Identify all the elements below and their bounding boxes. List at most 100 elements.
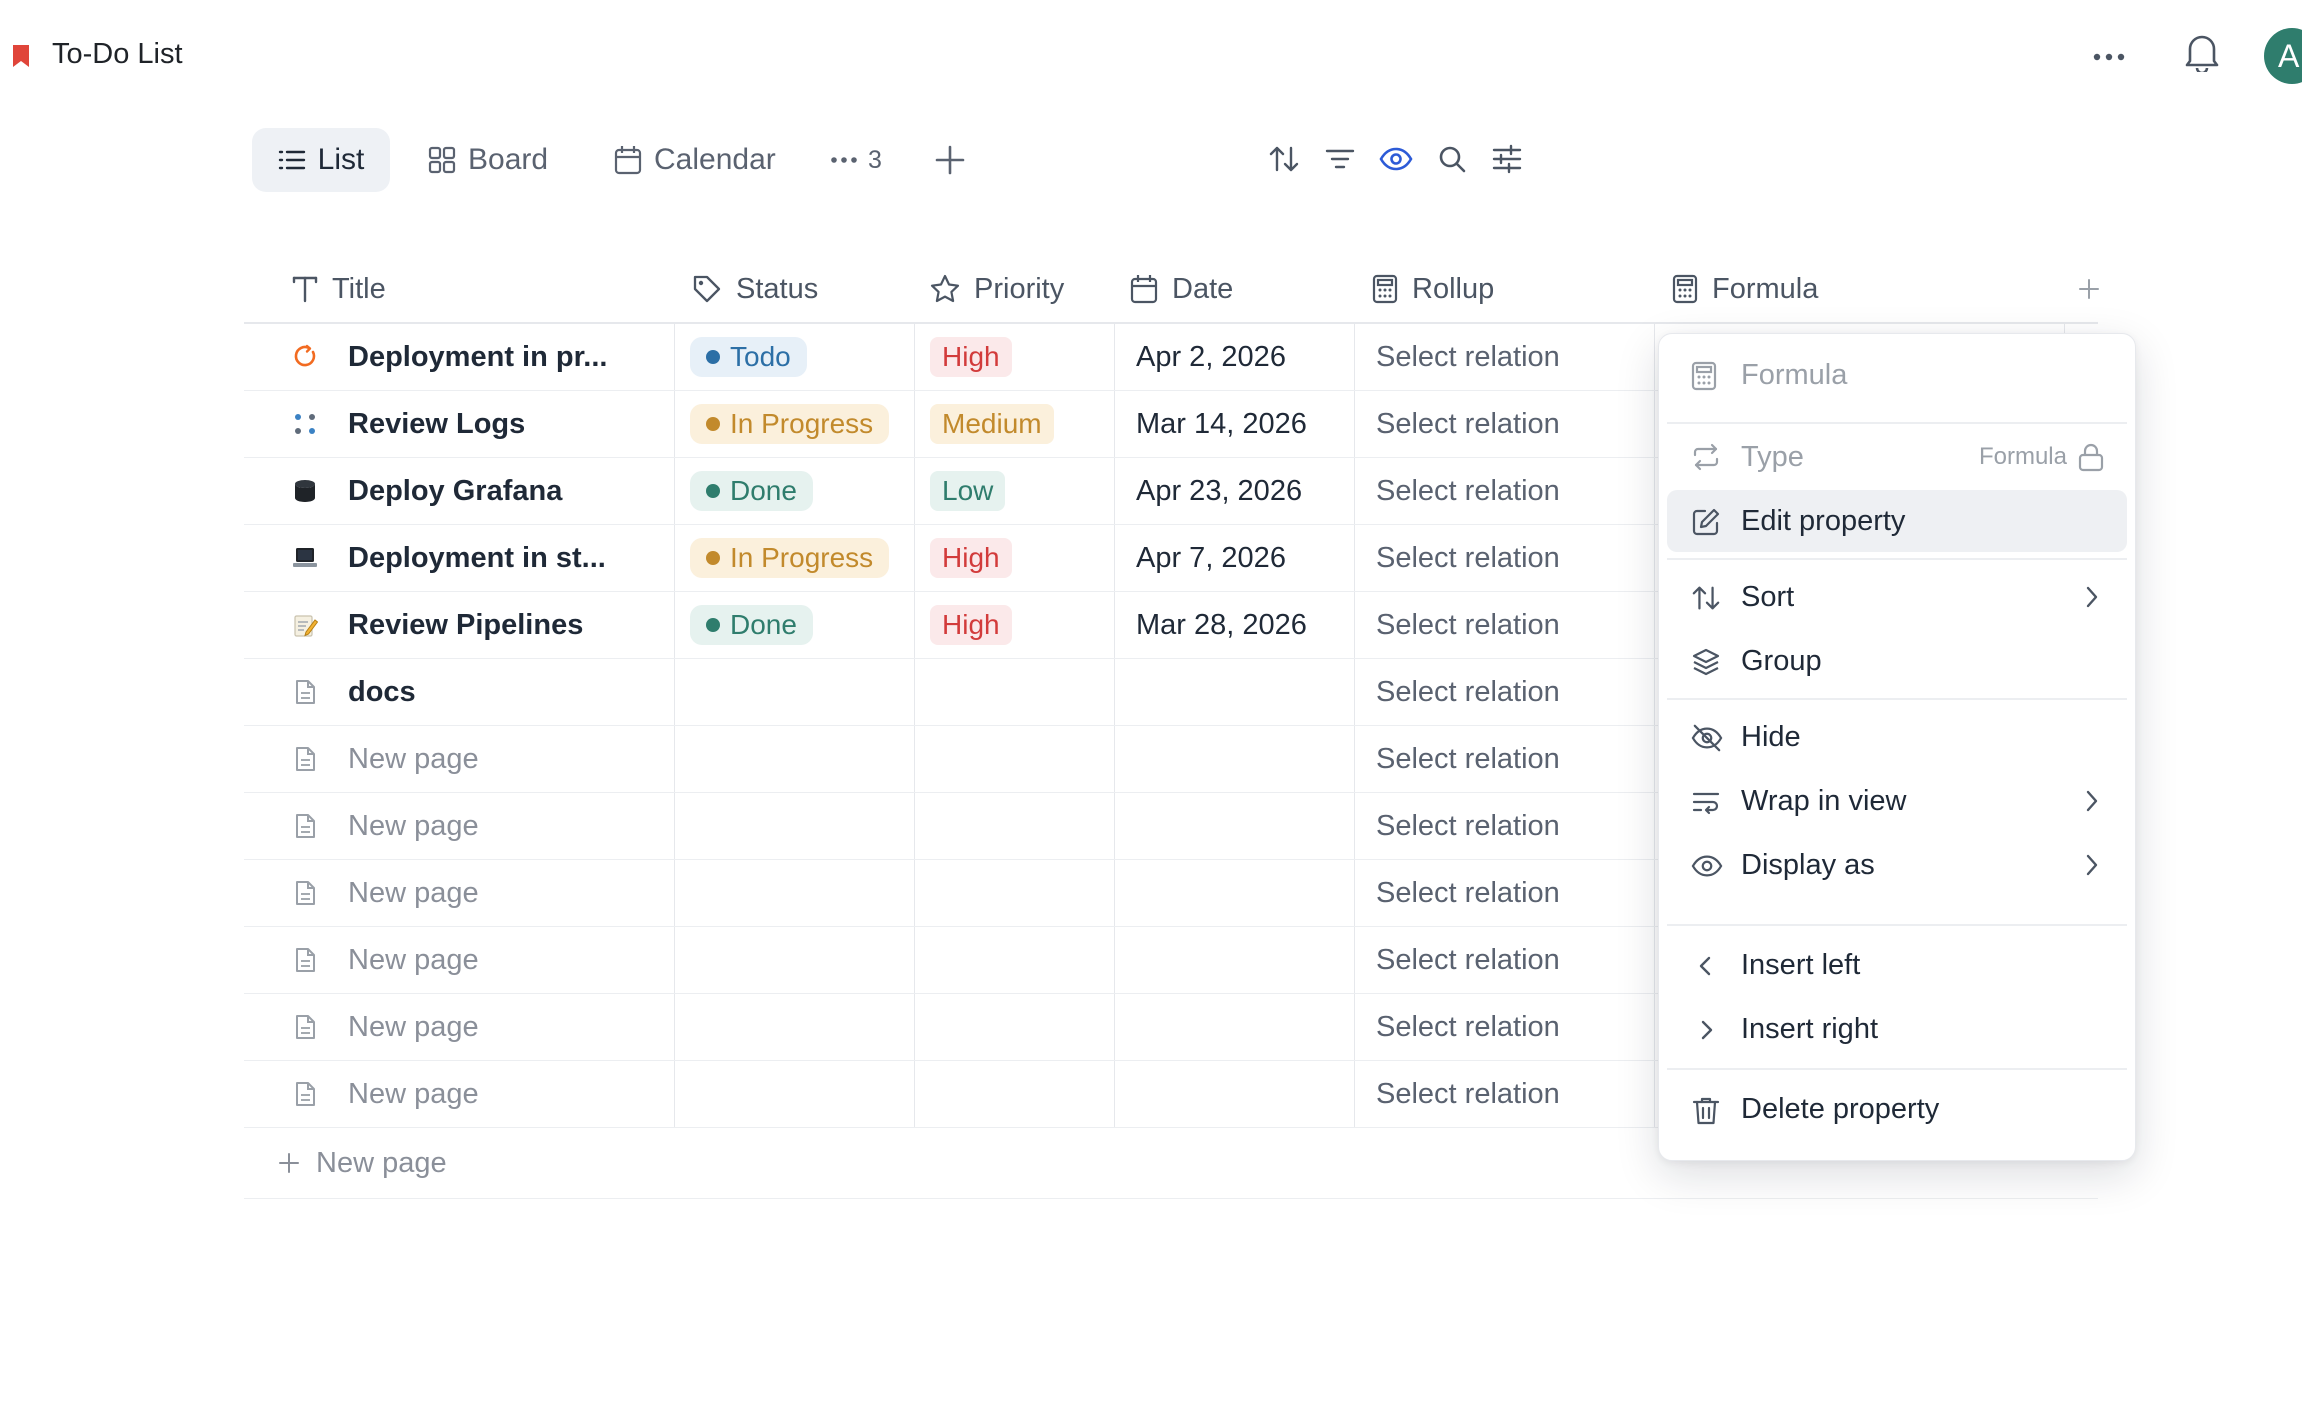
priority-cell[interactable]: Low — [914, 458, 1115, 524]
title-cell[interactable]: Review Logs — [244, 391, 675, 457]
title-cell[interactable]: New page — [244, 793, 675, 859]
date-cell[interactable]: Apr 23, 2026 — [1114, 458, 1355, 524]
column-header-label: Formula — [1712, 272, 1819, 305]
status-cell[interactable] — [674, 1061, 915, 1127]
title-cell[interactable]: New page — [244, 860, 675, 926]
title-cell[interactable]: New page — [244, 994, 675, 1060]
priority-cell[interactable]: High — [914, 592, 1115, 658]
rollup-cell[interactable]: Select relation — [1354, 659, 1655, 725]
menu-item-group[interactable]: Group — [1667, 630, 2127, 692]
select-relation-text: Select relation — [1376, 1077, 1560, 1110]
menu-item-wrap-in-view[interactable]: Wrap in view — [1667, 770, 2127, 832]
menu-item-display-as[interactable]: Display as — [1667, 834, 2127, 896]
tab-board[interactable]: Board — [428, 128, 548, 192]
status-cell[interactable]: In Progress — [674, 391, 915, 457]
rollup-cell[interactable]: Select relation — [1354, 1061, 1655, 1127]
filter-icon[interactable] — [1324, 143, 1356, 175]
title-cell[interactable]: New page — [244, 726, 675, 792]
select-relation-text: Select relation — [1376, 541, 1560, 574]
date-cell[interactable] — [1114, 1061, 1355, 1127]
status-cell[interactable] — [674, 793, 915, 859]
more-horizontal-icon — [830, 155, 858, 165]
rollup-cell[interactable]: Select relation — [1354, 927, 1655, 993]
status-cell[interactable] — [674, 994, 915, 1060]
menu-item-delete-property[interactable]: Delete property — [1667, 1078, 2127, 1140]
priority-cell[interactable] — [914, 659, 1115, 725]
rollup-cell[interactable]: Select relation — [1354, 525, 1655, 591]
date-cell[interactable] — [1114, 659, 1355, 725]
tab-calendar[interactable]: Calendar — [614, 128, 776, 192]
rollup-cell[interactable]: Select relation — [1354, 324, 1655, 390]
title-cell[interactable]: New page — [244, 1061, 675, 1127]
add-view-icon[interactable] — [934, 144, 966, 176]
rollup-cell[interactable]: Select relation — [1354, 458, 1655, 524]
table-header: Title Status Priority Date Rollup Formul… — [244, 256, 2100, 324]
title-cell[interactable]: New page — [244, 927, 675, 993]
rollup-cell[interactable]: Select relation — [1354, 860, 1655, 926]
column-header-title[interactable]: Title — [292, 256, 386, 322]
new-page-label: New page — [316, 1146, 447, 1179]
column-header-formula[interactable]: Formula — [1672, 256, 1818, 322]
rollup-cell[interactable]: Select relation — [1354, 726, 1655, 792]
title-cell[interactable]: Deployment in st... — [244, 525, 675, 591]
priority-cell[interactable] — [914, 726, 1115, 792]
date-value: Apr 23, 2026 — [1136, 474, 1303, 507]
column-header-date[interactable]: Date — [1130, 256, 1233, 322]
rollup-cell[interactable]: Select relation — [1354, 994, 1655, 1060]
date-cell[interactable] — [1114, 860, 1355, 926]
date-cell[interactable]: Apr 2, 2026 — [1114, 324, 1355, 390]
status-cell[interactable]: Todo — [674, 324, 915, 390]
sort-icon[interactable] — [1268, 143, 1300, 175]
title-cell[interactable]: Deploy Grafana — [244, 458, 675, 524]
column-header-status[interactable]: Status — [692, 256, 818, 322]
date-cell[interactable]: Apr 7, 2026 — [1114, 525, 1355, 591]
status-cell[interactable]: Done — [674, 592, 915, 658]
status-cell[interactable] — [674, 726, 915, 792]
date-cell[interactable] — [1114, 994, 1355, 1060]
date-value: Mar 28, 2026 — [1136, 608, 1307, 641]
priority-cell[interactable]: Medium — [914, 391, 1115, 457]
menu-item-insert-left[interactable]: Insert left — [1667, 934, 2127, 996]
menu-item-sort[interactable]: Sort — [1667, 566, 2127, 628]
row-title: Deploy Grafana — [348, 475, 563, 507]
status-cell[interactable] — [674, 927, 915, 993]
priority-cell[interactable] — [914, 927, 1115, 993]
rollup-cell[interactable]: Select relation — [1354, 592, 1655, 658]
status-cell[interactable] — [674, 860, 915, 926]
rollup-cell[interactable]: Select relation — [1354, 391, 1655, 457]
priority-cell[interactable] — [914, 994, 1115, 1060]
status-cell[interactable]: Done — [674, 458, 915, 524]
priority-cell[interactable]: High — [914, 525, 1115, 591]
view-settings-icon[interactable] — [1491, 143, 1523, 175]
date-cell[interactable]: Mar 28, 2026 — [1114, 592, 1355, 658]
column-header-label: Status — [736, 272, 819, 305]
priority-cell[interactable] — [914, 1061, 1115, 1127]
menu-item-edit-property[interactable]: Edit property — [1667, 490, 2127, 552]
title-cell[interactable]: Deployment in pr... — [244, 324, 675, 390]
priority-cell[interactable] — [914, 860, 1115, 926]
status-cell[interactable]: In Progress — [674, 525, 915, 591]
column-header-priority[interactable]: Priority — [930, 256, 1064, 322]
notifications-bell-icon[interactable] — [2184, 32, 2220, 72]
user-avatar[interactable]: A — [2264, 28, 2302, 84]
priority-badge: Medium — [930, 404, 1054, 444]
menu-item-insert-right[interactable]: Insert right — [1667, 998, 2127, 1060]
more-options-icon[interactable] — [2092, 40, 2126, 74]
title-cell[interactable]: Review Pipelines — [244, 592, 675, 658]
column-header-rollup[interactable]: Rollup — [1372, 256, 1494, 322]
more-views-button[interactable]: 3 — [830, 128, 882, 192]
status-cell[interactable] — [674, 659, 915, 725]
add-column-icon[interactable] — [2078, 256, 2100, 322]
date-cell[interactable] — [1114, 927, 1355, 993]
tab-list[interactable]: List — [252, 128, 390, 192]
rollup-cell[interactable]: Select relation — [1354, 793, 1655, 859]
search-icon[interactable] — [1436, 143, 1468, 175]
visibility-eye-icon[interactable] — [1379, 143, 1413, 175]
priority-cell[interactable] — [914, 793, 1115, 859]
date-cell[interactable] — [1114, 793, 1355, 859]
date-cell[interactable]: Mar 14, 2026 — [1114, 391, 1355, 457]
priority-cell[interactable]: High — [914, 324, 1115, 390]
date-cell[interactable] — [1114, 726, 1355, 792]
title-cell[interactable]: docs — [244, 659, 675, 725]
menu-item-hide[interactable]: Hide — [1667, 706, 2127, 768]
